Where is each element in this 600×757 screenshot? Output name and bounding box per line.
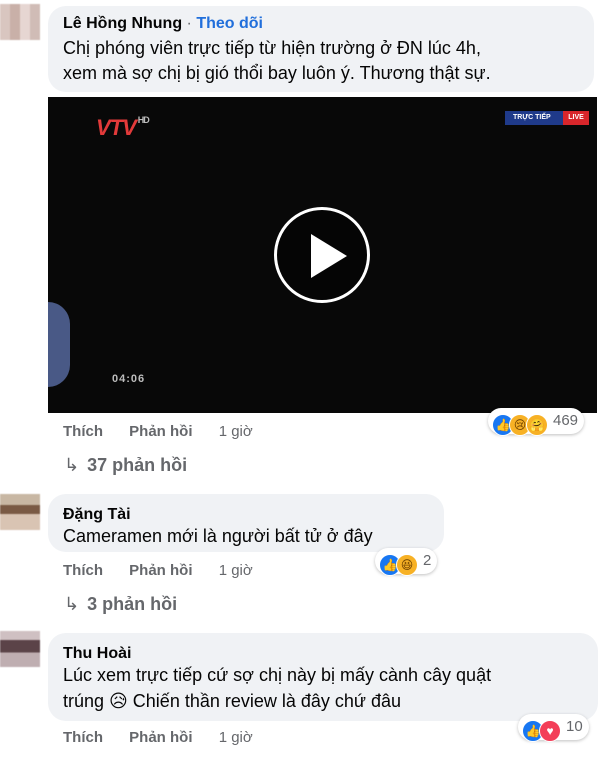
reply-arrow-icon: ↳ xyxy=(64,455,80,475)
live-badge: LIVE xyxy=(563,111,589,125)
comment-actions: Thích Phản hồi 1 giờ xyxy=(63,562,275,579)
like-button[interactable]: Thích xyxy=(63,729,103,746)
live-strip: TRỰC TIẾP LIVE xyxy=(505,111,589,125)
follow-link[interactable]: Theo dõi xyxy=(196,15,263,32)
view-replies-link[interactable]: ↳ 37 phản hồi xyxy=(64,455,187,476)
love-icon: ♥ xyxy=(539,720,561,742)
play-icon[interactable] xyxy=(274,207,370,303)
reaction-count: 2 xyxy=(423,552,432,569)
comment-time[interactable]: 1 giờ xyxy=(219,729,253,746)
video-player[interactable]: VTV HD TRỰC TIẾP LIVE 04:06 xyxy=(48,97,597,413)
live-label: TRỰC TIẾP xyxy=(513,114,551,121)
like-button[interactable]: Thích xyxy=(63,562,103,579)
comment-author[interactable]: Lê Hồng Nhung · Theo dõi xyxy=(63,15,263,33)
reaction-summary[interactable]: 👍 😆 2 xyxy=(375,548,438,576)
comment-actions: Thích Phản hồi 1 giờ xyxy=(63,729,275,746)
channel-logo: VTV HD xyxy=(96,115,150,140)
reaction-count: 10 xyxy=(566,718,583,735)
video-timecode: 04:06 xyxy=(112,373,146,385)
reply-arrow-icon: ↳ xyxy=(64,594,80,614)
separator-dot: · xyxy=(186,15,192,32)
reaction-summary[interactable]: 👍 😢 🤗 469 xyxy=(488,408,585,436)
like-button[interactable]: Thích xyxy=(63,423,103,440)
care-icon: 🤗 xyxy=(526,414,548,436)
haha-icon: 😆 xyxy=(396,554,418,576)
comment-text-line: Cameramen mới là người bất tử ở đây xyxy=(63,526,373,546)
replies-count[interactable]: 3 phản hồi xyxy=(87,594,177,614)
comment-text-line: Chị phóng viên trực tiếp từ hiện trường … xyxy=(63,38,481,58)
comment-text-line: Lúc xem trực tiếp cứ sợ chị này bị mấy c… xyxy=(63,665,492,685)
video-figure xyxy=(48,302,70,387)
replies-count[interactable]: 37 phản hồi xyxy=(87,455,187,475)
comment-time[interactable]: 1 giờ xyxy=(219,423,253,440)
comment-time[interactable]: 1 giờ xyxy=(219,562,253,579)
reaction-count: 469 xyxy=(553,412,579,429)
channel-suffix: HD xyxy=(137,115,150,125)
reply-button[interactable]: Phản hồi xyxy=(129,729,192,746)
reaction-summary[interactable]: 👍 ♥ 10 xyxy=(518,714,589,742)
avatar[interactable] xyxy=(0,631,40,667)
reply-button[interactable]: Phản hồi xyxy=(129,423,192,440)
avatar[interactable] xyxy=(0,4,40,40)
comment-text-line: trúng 😥 Chiến thần review là đây chứ đâu xyxy=(63,691,402,711)
comment-text-line: xem mà sợ chị bị gió thổi bay luôn ý. Th… xyxy=(63,63,491,83)
author-name[interactable]: Lê Hồng Nhung xyxy=(63,15,182,32)
view-replies-link[interactable]: ↳ 3 phản hồi xyxy=(64,594,177,615)
reply-button[interactable]: Phản hồi xyxy=(129,562,192,579)
comment-actions: Thích Phản hồi 1 giờ xyxy=(63,423,275,440)
avatar[interactable] xyxy=(0,494,40,530)
